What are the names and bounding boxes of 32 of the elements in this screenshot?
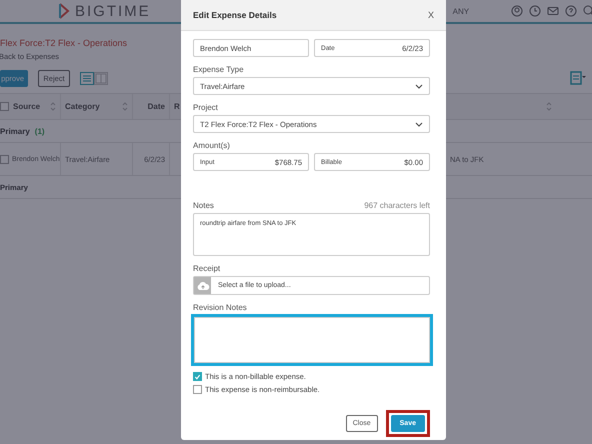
clock-icon[interactable] bbox=[529, 5, 542, 17]
sort-icon[interactable] bbox=[122, 102, 128, 111]
cloud-upload-icon bbox=[196, 280, 210, 290]
logo-text: BIGTIME bbox=[75, 2, 151, 20]
revision-notes-field[interactable] bbox=[191, 314, 433, 366]
field-label: Project bbox=[193, 103, 219, 112]
sort-icon[interactable] bbox=[546, 102, 552, 111]
sort-icon[interactable] bbox=[50, 102, 56, 111]
user-icon[interactable] bbox=[511, 5, 524, 17]
list-view-icon[interactable] bbox=[80, 72, 94, 84]
checkbox[interactable] bbox=[193, 372, 202, 381]
field-label: Expense Type bbox=[193, 65, 245, 74]
group-label: Primary bbox=[0, 126, 30, 136]
checkbox[interactable] bbox=[193, 385, 202, 394]
mail-icon[interactable] bbox=[547, 5, 560, 17]
checkbox[interactable] bbox=[0, 154, 9, 164]
logo-icon bbox=[58, 3, 70, 19]
search-icon[interactable] bbox=[583, 5, 592, 17]
chevron-down-icon bbox=[415, 84, 423, 88]
dialog-title: Edit Expense Details bbox=[193, 10, 277, 20]
columns-view-icon[interactable] bbox=[94, 72, 108, 84]
character-counter: 967 characters left bbox=[364, 201, 430, 210]
group-count: (1) bbox=[34, 126, 45, 136]
help-icon[interactable] bbox=[565, 5, 578, 17]
field-label: Receipt bbox=[193, 264, 222, 273]
field-label: Notes bbox=[193, 201, 214, 210]
field-label: Amount(s) bbox=[193, 141, 231, 150]
table-settings-icon[interactable] bbox=[570, 71, 586, 85]
field-label: Revision Notes bbox=[193, 303, 248, 312]
checkbox[interactable] bbox=[0, 102, 9, 111]
close-button[interactable]: X bbox=[426, 8, 436, 22]
chevron-down-icon bbox=[415, 122, 423, 126]
